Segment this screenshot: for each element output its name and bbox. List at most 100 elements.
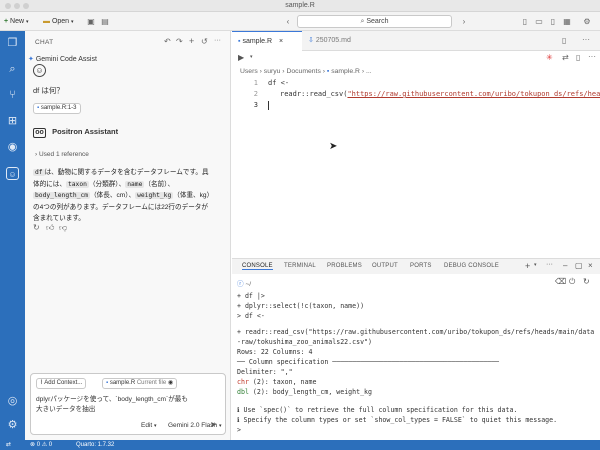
file-reference-chip[interactable]: ▪ sample.R:1-3 (33, 103, 81, 114)
code-string: "https://raw.githubusercontent.com/uribo… (347, 90, 600, 98)
undo-icon[interactable]: ↶ (164, 37, 171, 46)
layout-custom-icon[interactable]: ▦ (562, 16, 572, 27)
code-editor[interactable]: ▶ ▾ ✳ ⇄ ▯ ··· Users › suryu › Documents … (232, 51, 600, 256)
run-icon[interactable]: ▶ (238, 53, 244, 62)
mode-selector[interactable]: Edit ▾ (141, 422, 157, 429)
tab-250705-md[interactable]: ⇩ 250705.md (302, 31, 382, 51)
settings-gear-icon[interactable]: ⚙ (582, 16, 592, 27)
tab-ports[interactable]: PORTS (410, 263, 432, 269)
tab-debug-console[interactable]: DEBUG CONSOLE (444, 263, 499, 269)
mode-label: Edit (141, 422, 153, 429)
problems-indicator[interactable]: ⊗ 0 ⚠ 0 (30, 440, 52, 450)
tab-console[interactable]: CONSOLE (242, 263, 273, 270)
remote-icon[interactable]: ⇄ (6, 440, 11, 450)
current-file-name: sample.R (109, 380, 136, 386)
col-names: (2): taxon, name (248, 378, 317, 386)
history-icon[interactable]: ↺ (201, 37, 208, 46)
error-count: 0 (36, 442, 41, 448)
new-label: New (10, 18, 25, 25)
console-line: -raw/tokushima_zoo_animals22.csv") (237, 338, 372, 346)
layout-panel-icon[interactable]: ▭ (534, 16, 544, 27)
gemini-icon[interactable]: ◉ (6, 141, 19, 154)
assistant-header: oo Positron Assistant (33, 127, 118, 138)
add-context-label: Add Context... (44, 380, 83, 386)
breadcrumb-item[interactable]: Users (240, 68, 258, 75)
manage-gear-icon[interactable]: ⚙ (6, 419, 19, 432)
back-arrow-icon[interactable]: ‹ (283, 16, 293, 27)
r-file-icon: ▪ (238, 38, 241, 45)
folder-icon: ▬ (43, 18, 50, 25)
new-button[interactable]: + New ▾ (4, 16, 29, 27)
split-editor-icon[interactable]: ▯ (576, 53, 580, 62)
assistant-selector[interactable]: ✦ Gemini Code Assist (28, 55, 97, 63)
current-file-chip[interactable]: ▪ sample.R Current file ◉ (102, 378, 178, 389)
open-button[interactable]: ▬ Open ▾ (43, 16, 74, 27)
save-all-icon[interactable]: ▤ (100, 16, 110, 27)
more-icon[interactable]: ··· (588, 52, 596, 61)
chevron-down-icon[interactable]: ▾ (534, 262, 537, 268)
send-icon[interactable]: ➤ (210, 420, 217, 429)
more-icon[interactable]: ··· (214, 37, 221, 44)
code-line-1: df <- (268, 79, 290, 87)
current-file-label: Current file (136, 380, 167, 386)
breadcrumb-item[interactable]: ... (366, 68, 372, 75)
assistant-name: Positron Assistant (52, 127, 119, 136)
tab-terminal[interactable]: TERMINAL (284, 263, 316, 269)
add-context-button[interactable]: ⌇ Add Context... (36, 378, 87, 389)
extensions-icon[interactable]: ⊞ (6, 115, 19, 128)
robot-icon: oo (33, 128, 46, 138)
answer-text: （体長、cm）、 (90, 192, 136, 200)
forward-arrow-icon[interactable]: › (459, 16, 469, 27)
console-output[interactable]: ⓡ ~/ ⌫ ⏻ ↻ + df |> + dplyr::select(!c(ta… (232, 275, 600, 440)
new-chat-icon[interactable]: + (189, 36, 194, 46)
eye-icon: ◉ (167, 380, 174, 386)
search-icon[interactable]: ⌕ (6, 63, 19, 76)
tab-output[interactable]: OUTPUT (372, 263, 398, 269)
retry-icon[interactable]: ↻ (33, 223, 40, 232)
layout-right-icon[interactable]: ▯ (548, 16, 558, 27)
chat-input-box[interactable]: ⌇ Add Context... ▪ sample.R Current file… (30, 373, 226, 435)
breadcrumb-item[interactable]: Documents (286, 68, 320, 75)
thumbs-down-icon[interactable]: 👎︎ (59, 223, 67, 233)
sync-icon[interactable]: ⇄ (562, 53, 569, 62)
layout-sidebar-icon[interactable]: ▯ (520, 16, 530, 27)
references-toggle[interactable]: › Used 1 reference (35, 151, 89, 158)
clear-console-icon[interactable]: ⌫ (555, 277, 566, 286)
restart-icon[interactable]: ↻ (583, 277, 590, 286)
explorer-icon[interactable]: ❐ (6, 37, 19, 50)
minimize-panel-icon[interactable]: – (563, 261, 567, 270)
close-icon[interactable]: × (588, 261, 593, 270)
new-console-icon[interactable]: + (525, 261, 530, 271)
console-line: + df |> (237, 292, 265, 300)
spark-icon[interactable]: ✳ (546, 53, 553, 62)
chevron-down-icon[interactable]: ▾ (250, 54, 253, 60)
console-prompt[interactable]: > (237, 426, 241, 434)
quarto-version[interactable]: Quarto: 1.7.32 (76, 440, 114, 450)
power-icon[interactable]: ⏻ (569, 277, 575, 287)
breadcrumb-item[interactable]: sample.R (331, 68, 360, 75)
assistant-robot-icon[interactable]: ☺ (6, 167, 19, 180)
more-icon[interactable]: ··· (546, 261, 553, 268)
breadcrumb-item[interactable]: suryu (264, 68, 281, 75)
maximize-panel-icon[interactable]: ▢ (575, 261, 583, 270)
line-number: 2 (253, 90, 258, 98)
top-toolbar: + New ▾ ▬ Open ▾ ▣ ▤ ‹ › ⌕ Search ▯ ▭ ▯ … (0, 12, 600, 31)
search-input[interactable]: ⌕ Search (297, 15, 452, 28)
source-control-icon[interactable]: ⑂ (6, 89, 19, 102)
window-title: sample.R (285, 2, 315, 9)
tab-sample-r[interactable]: ▪ sample.R × (232, 31, 302, 51)
thumbs-up-icon[interactable]: 👍︎ (46, 223, 54, 233)
answer-text: は、動物に関するデータを含むデータフレームです。具 (44, 169, 209, 176)
more-icon[interactable]: ··· (582, 35, 590, 44)
account-icon[interactable]: ◎ (6, 395, 19, 408)
chat-input-text[interactable]: dplyrパッケージを使って、`body_length_cm`が最も 大きいデー… (36, 395, 188, 415)
split-editor-icon[interactable]: ▯ (562, 36, 566, 45)
col-type: chr (237, 378, 249, 386)
tab-problems[interactable]: PROBLEMS (327, 263, 362, 269)
close-icon[interactable]: × (279, 38, 283, 45)
error-icon: ⊗ (30, 442, 36, 448)
text-cursor (268, 101, 269, 110)
chevron-down-icon: ▾ (71, 19, 74, 25)
save-icon[interactable]: ▣ (86, 16, 96, 27)
redo-icon[interactable]: ↷ (176, 37, 183, 46)
